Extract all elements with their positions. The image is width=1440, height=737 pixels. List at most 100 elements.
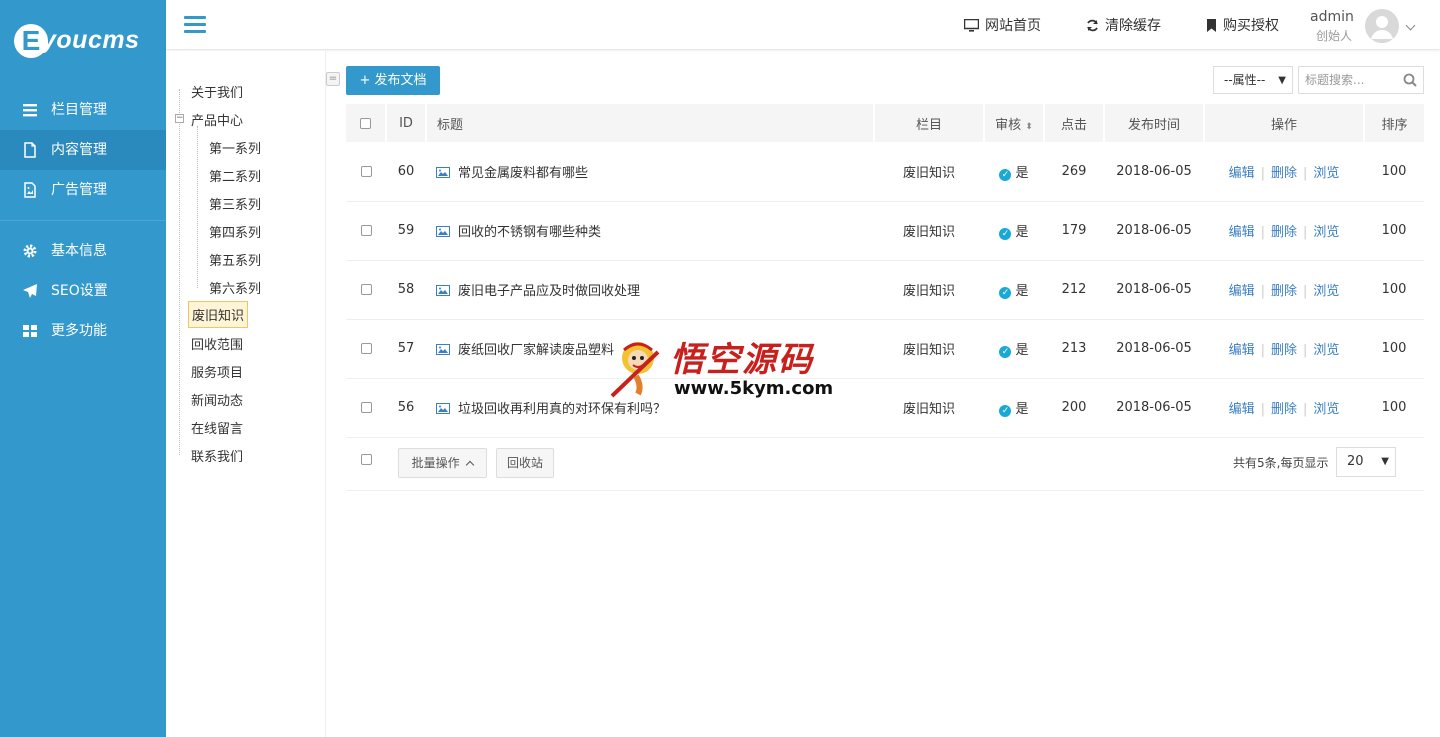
header-clicks: 点击 [1044, 104, 1105, 142]
check-circle-icon: ✓ [999, 168, 1012, 181]
tree-item-series-5[interactable]: 第五系列 [209, 250, 261, 269]
separator: | [1260, 165, 1265, 181]
view-link[interactable]: 浏览 [1313, 402, 1339, 417]
row-audit[interactable]: ✓ 是 [984, 319, 1044, 379]
tree-item-waste-knowledge[interactable]: 废旧知识 [188, 301, 249, 328]
delete-link[interactable]: 删除 [1271, 402, 1297, 417]
header-column: 栏目 [874, 104, 985, 142]
tree-collapse-icon[interactable]: − [175, 114, 184, 123]
view-link[interactable]: 浏览 [1313, 225, 1339, 240]
edit-link[interactable]: 编辑 [1229, 166, 1255, 181]
attribute-select[interactable]: --属性-- ▼ [1213, 66, 1293, 94]
row-audit[interactable]: ✓ 是 [984, 201, 1044, 261]
row-checkbox[interactable] [360, 343, 372, 354]
tree-line [179, 89, 180, 455]
delete-link[interactable]: 删除 [1271, 284, 1297, 299]
row-title[interactable]: 废旧电子产品应及时做回收处理 [458, 284, 640, 299]
buy-license-link[interactable]: 购买授权 [1206, 15, 1279, 35]
row-title[interactable]: 回收的不锈钢有哪些种类 [458, 225, 601, 240]
tree-item-recycle-scope[interactable]: 回收范围 [191, 334, 243, 353]
tree-item-series-4[interactable]: 第四系列 [209, 222, 261, 241]
tree-item-series-6[interactable]: 第六系列 [209, 278, 261, 297]
tree-item-message[interactable]: 在线留言 [191, 418, 243, 437]
edit-link[interactable]: 编辑 [1229, 284, 1255, 299]
delete-link[interactable]: 删除 [1271, 225, 1297, 240]
row-checkbox[interactable] [360, 165, 372, 177]
row-operations: 编辑 | 删除 | 浏览 [1204, 319, 1364, 379]
chevron-down-icon[interactable] [1405, 20, 1416, 31]
sidebar-item-ad-management[interactable]: 广告管理 [0, 170, 166, 210]
sidebar-item-content-management[interactable]: 内容管理 [0, 130, 166, 170]
view-link[interactable]: 浏览 [1313, 343, 1339, 358]
clear-cache-link[interactable]: 清除缓存 [1086, 15, 1161, 35]
row-sort[interactable]: 100 [1364, 142, 1424, 202]
title-search-input[interactable]: 标题搜索... [1298, 66, 1424, 94]
row-id: 60 [386, 142, 426, 202]
search-placeholder: 标题搜索... [1305, 73, 1365, 87]
site-home-label: 网站首页 [985, 18, 1041, 34]
row-sort[interactable]: 100 [1364, 260, 1424, 320]
sidebar-item-label: 栏目管理 [51, 102, 107, 118]
row-title[interactable]: 废纸回收厂家解读废品塑料 [458, 343, 614, 358]
dropdown-arrow-icon: ▼ [1278, 75, 1286, 86]
row-clicks: 212 [1044, 260, 1104, 320]
page-size-select[interactable]: 20 ▼ [1336, 447, 1396, 477]
search-icon[interactable] [1403, 73, 1417, 87]
avatar[interactable] [1365, 9, 1399, 43]
row-sort[interactable]: 100 [1364, 201, 1424, 261]
recycle-bin-button[interactable]: 回收站 [496, 448, 554, 478]
sidebar-item-seo-settings[interactable]: SEO设置 [0, 271, 166, 311]
row-date: 2018-06-05 [1104, 260, 1204, 320]
table-row: 58 废旧电子产品应及时做回收处理 废旧知识 ✓ 是 212 2018-06-05… [346, 260, 1424, 320]
row-audit-label: 是 [1015, 165, 1029, 181]
row-audit[interactable]: ✓ 是 [984, 260, 1044, 320]
row-sort[interactable]: 100 [1364, 378, 1424, 438]
row-title[interactable]: 垃圾回收再利用真的对环保有利吗？ [458, 402, 666, 417]
tree-item-series-1[interactable]: 第一系列 [209, 138, 261, 157]
site-home-link[interactable]: 网站首页 [963, 15, 1041, 35]
header-id[interactable]: ID [386, 104, 427, 142]
picture-icon [436, 226, 450, 237]
tree-item-series-2[interactable]: 第二系列 [209, 166, 261, 185]
delete-link[interactable]: 删除 [1271, 166, 1297, 181]
edit-link[interactable]: 编辑 [1229, 225, 1255, 240]
tree-item-products[interactable]: 产品中心 [191, 110, 243, 129]
header-audit[interactable]: 审核 ⬍ [984, 104, 1045, 142]
picture-icon [436, 166, 450, 178]
row-operations: 编辑 | 删除 | 浏览 [1204, 142, 1364, 202]
row-id: 59 [386, 201, 426, 261]
header-audit-label: 审核 [995, 117, 1022, 133]
row-checkbox[interactable] [360, 284, 372, 295]
admin-name[interactable]: admin [1310, 9, 1354, 25]
select-all-checkbox[interactable] [360, 117, 371, 129]
logo[interactable]: E youcms [14, 22, 154, 62]
sidebar-item-basic-info[interactable]: 基本信息 [0, 231, 166, 271]
row-audit[interactable]: ✓ 是 [984, 142, 1044, 202]
tree-item-services[interactable]: 服务项目 [191, 362, 243, 381]
edit-link[interactable]: 编辑 [1229, 343, 1255, 358]
row-sort[interactable]: 100 [1364, 319, 1424, 379]
view-link[interactable]: 浏览 [1313, 166, 1339, 181]
watermark: 悟空源码 www.5kym.com [606, 332, 836, 402]
tree-item-news[interactable]: 新闻动态 [191, 390, 243, 409]
tree-item-contact[interactable]: 联系我们 [191, 446, 243, 465]
footer-select-all-checkbox[interactable] [361, 454, 372, 465]
tree-item-about[interactable]: 关于我们 [191, 82, 243, 101]
edit-link[interactable]: 编辑 [1229, 402, 1255, 417]
row-audit[interactable]: ✓ 是 [984, 378, 1044, 438]
row-checkbox[interactable] [360, 225, 372, 236]
view-link[interactable]: 浏览 [1313, 284, 1339, 299]
sort-icon[interactable]: ⬍ [1025, 122, 1033, 132]
row-id: 57 [386, 319, 426, 379]
collapse-tree-icon[interactable]: = [326, 72, 340, 86]
add-document-button[interactable]: + 发布文档 [346, 66, 440, 95]
sidebar-item-column-management[interactable]: 栏目管理 [0, 90, 166, 130]
header-select-all[interactable] [346, 104, 387, 142]
row-title[interactable]: 常见金属废料都有哪些 [458, 166, 588, 181]
row-checkbox[interactable] [360, 402, 372, 413]
batch-operation-button[interactable]: 批量操作 [398, 448, 487, 478]
sidebar-item-more-functions[interactable]: 更多功能 [0, 311, 166, 351]
tree-item-series-3[interactable]: 第三系列 [209, 194, 261, 213]
menu-toggle-icon[interactable] [184, 16, 206, 34]
delete-link[interactable]: 删除 [1271, 343, 1297, 358]
